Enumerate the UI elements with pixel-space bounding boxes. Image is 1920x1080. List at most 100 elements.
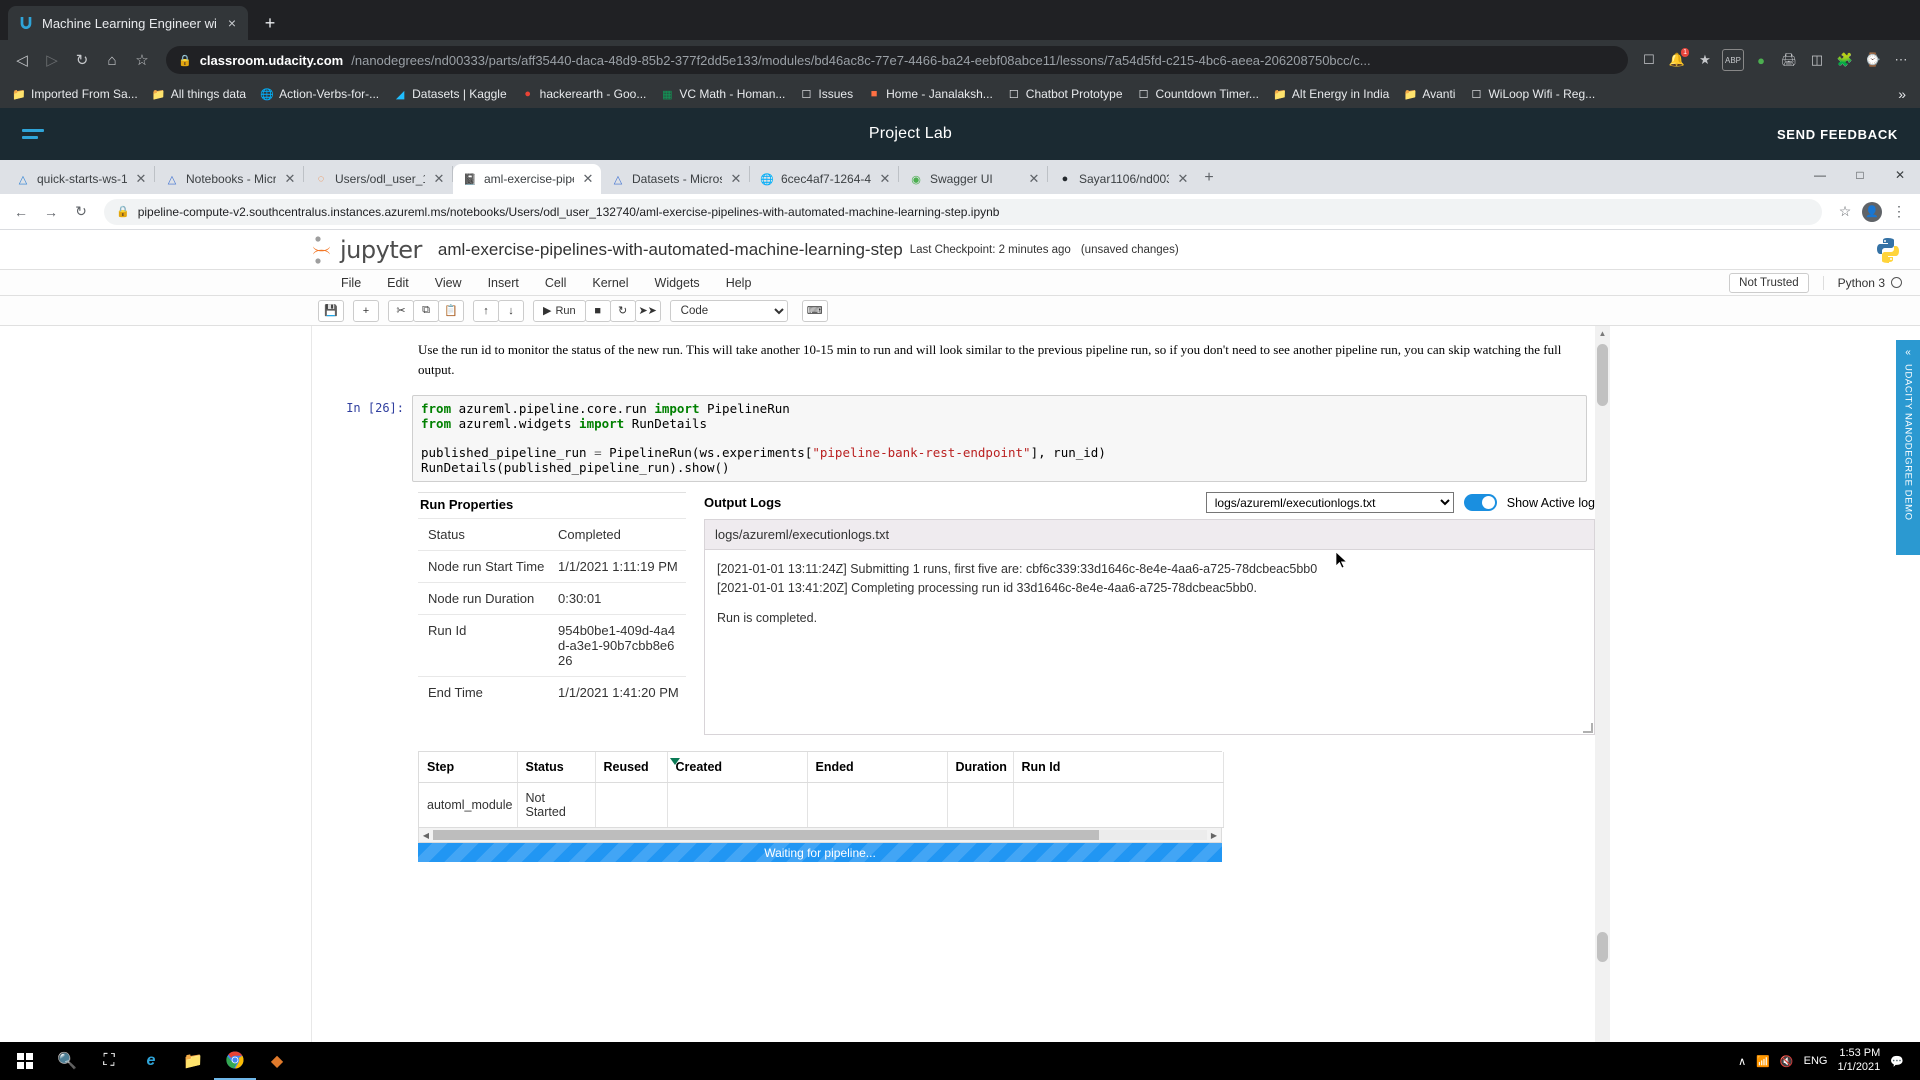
bookmark-item[interactable]: ☐Countdown Timer... xyxy=(1131,84,1265,104)
bookmark-item[interactable]: 📁Alt Energy in India xyxy=(1267,84,1395,104)
hamburger-icon[interactable] xyxy=(22,129,44,139)
resize-handle-icon[interactable] xyxy=(1583,723,1593,733)
forward-icon[interactable]: → xyxy=(38,199,64,225)
kernel-indicator[interactable]: Python 3 xyxy=(1823,276,1902,290)
scrollbar-thumb-bottom[interactable] xyxy=(1597,932,1608,962)
close-icon[interactable]: ✕ xyxy=(729,171,743,187)
favorites-icon[interactable]: ☆ xyxy=(128,46,156,74)
chrome-new-tab-button[interactable]: + xyxy=(1196,165,1222,191)
menu-file[interactable]: File xyxy=(328,272,374,294)
cell-type-select[interactable]: Code Markdown Raw NBConvert Heading xyxy=(670,300,788,322)
jupyter-logo[interactable]: jupyter xyxy=(310,235,422,265)
search-button[interactable]: 🔍 xyxy=(46,1042,88,1080)
column-header-step[interactable]: Step xyxy=(419,752,517,783)
notifications-icon[interactable]: 🔔 1 xyxy=(1666,49,1688,71)
bookmark-item[interactable]: ☐WiLoop Wifi - Reg... xyxy=(1463,84,1601,104)
collections-icon[interactable]: ☐ xyxy=(1638,49,1660,71)
chrome-tab-notebooks[interactable]: △ Notebooks - Microsoft Azu ✕ xyxy=(155,164,303,194)
move-cell-up-button[interactable]: ↑ xyxy=(473,300,499,322)
abp-icon[interactable]: ABP xyxy=(1722,49,1744,71)
command-palette-button[interactable]: ⌨ xyxy=(802,300,828,322)
start-button[interactable] xyxy=(4,1042,46,1080)
avatar[interactable]: 👤 xyxy=(1862,202,1882,222)
column-header-status[interactable]: Status xyxy=(517,752,595,783)
insert-cell-button[interactable]: + xyxy=(353,300,379,322)
tray-chevron-icon[interactable]: ∧ xyxy=(1738,1055,1746,1068)
chrome-tab-github[interactable]: ● Sayar1106/nd00333_AZMLN ✕ xyxy=(1048,164,1196,194)
column-header-duration[interactable]: Duration xyxy=(947,752,1013,783)
bookmark-item[interactable]: ●hackerearth - Goo... xyxy=(515,84,653,104)
forward-icon[interactable]: ▷ xyxy=(38,46,66,74)
chrome-tab-users[interactable]: ◌ Users/odl_user_132740/ ✕ xyxy=(304,164,452,194)
markdown-cell[interactable]: Use the run id to monitor the status of … xyxy=(418,340,1587,379)
bookmark-item[interactable]: 📁All things data xyxy=(146,84,252,104)
scroll-right-icon[interactable]: ▶ xyxy=(1207,831,1221,840)
trust-status-button[interactable]: Not Trusted xyxy=(1729,273,1808,293)
notebook-name[interactable]: aml-exercise-pipelines-with-automated-ma… xyxy=(438,240,903,260)
address-bar[interactable]: 🔒 classroom.udacity.com /nanodegrees/nd0… xyxy=(166,46,1628,74)
scroll-left-icon[interactable]: ◀ xyxy=(419,831,433,840)
bookmark-item[interactable]: ■Home - Janalaksh... xyxy=(861,84,999,104)
restart-kernel-button[interactable]: ↻ xyxy=(610,300,636,322)
task-view-button[interactable]: ⛶ xyxy=(88,1042,130,1080)
column-header-created[interactable]: Created xyxy=(667,752,807,783)
copy-button[interactable]: ⧉ xyxy=(413,300,439,322)
table-row[interactable]: automl_module Not Started xyxy=(419,783,1223,828)
cut-button[interactable]: ✂ xyxy=(388,300,414,322)
udacity-demo-sidetab[interactable]: « UDACITY NANODEGREE DEMO xyxy=(1896,340,1920,555)
scrollbar-thumb[interactable] xyxy=(433,830,1099,840)
move-cell-down-button[interactable]: ↓ xyxy=(498,300,524,322)
close-icon[interactable]: ✕ xyxy=(432,171,446,187)
bookmark-item[interactable]: 📁Imported From Sa... xyxy=(6,84,144,104)
vscode-button[interactable]: ◆ xyxy=(256,1042,298,1080)
maximize-icon[interactable]: □ xyxy=(1840,160,1880,190)
scrollbar-track[interactable] xyxy=(433,830,1207,840)
edge-menu-icon[interactable]: ⋯ xyxy=(1890,49,1912,71)
close-icon[interactable]: ✕ xyxy=(283,171,297,187)
chrome-button[interactable] xyxy=(214,1042,256,1080)
edge-tab-active[interactable]: Machine Learning Engineer wit × xyxy=(8,6,248,40)
home-icon[interactable]: ⌂ xyxy=(98,46,126,74)
scroll-up-icon[interactable]: ▲ xyxy=(1595,326,1610,341)
code-editor[interactable]: from azureml.pipeline.core.run import Pi… xyxy=(412,395,1587,482)
bookmark-item[interactable]: ◢Datasets | Kaggle xyxy=(387,84,513,104)
history-icon[interactable]: ⌚ xyxy=(1862,49,1884,71)
split-screen-icon[interactable]: ◫ xyxy=(1806,49,1828,71)
close-icon[interactable]: ✕ xyxy=(878,171,892,187)
chrome-menu-icon[interactable]: ⋮ xyxy=(1886,199,1912,225)
reload-icon[interactable]: ↻ xyxy=(68,199,94,225)
close-icon[interactable]: ✕ xyxy=(1176,171,1190,187)
interrupt-kernel-button[interactable]: ■ xyxy=(585,300,611,322)
chrome-tab-swagger[interactable]: ◉ Swagger UI ✕ xyxy=(899,164,1047,194)
column-header-run-id[interactable]: Run Id xyxy=(1013,752,1223,783)
close-icon[interactable]: ✕ xyxy=(134,171,148,187)
menu-widgets[interactable]: Widgets xyxy=(642,272,713,294)
log-output-textarea[interactable]: [2021-01-01 13:11:24Z] Submitting 1 runs… xyxy=(704,549,1595,735)
taskbar-clock[interactable]: 1:53 PM 1/1/2021 xyxy=(1837,1047,1880,1075)
chrome-tab-guid[interactable]: 🌐 6cec4af7-1264-49c9-9388-b ✕ xyxy=(750,164,898,194)
close-icon[interactable]: ✕ xyxy=(581,171,595,187)
menu-cell[interactable]: Cell xyxy=(532,272,580,294)
scrollbar-thumb-top[interactable] xyxy=(1597,344,1608,406)
reload-icon[interactable]: ↻ xyxy=(68,46,96,74)
extension-green-icon[interactable]: ● xyxy=(1750,49,1772,71)
menu-view[interactable]: View xyxy=(422,272,475,294)
bookmark-star-icon[interactable]: ★ xyxy=(1694,49,1716,71)
chrome-address-bar[interactable]: 🔒 pipeline-compute-v2.southcentralus.ins… xyxy=(104,199,1822,225)
column-header-reused[interactable]: Reused xyxy=(595,752,667,783)
steps-horizontal-scrollbar[interactable]: ◀ ▶ xyxy=(419,828,1221,842)
menu-help[interactable]: Help xyxy=(713,272,765,294)
minimize-icon[interactable]: — xyxy=(1800,160,1840,190)
paste-button[interactable]: 📋 xyxy=(438,300,464,322)
bookmarks-overflow-icon[interactable]: » xyxy=(1890,86,1914,102)
bookmark-item[interactable]: ☐Issues xyxy=(793,84,859,104)
file-explorer-button[interactable]: 📁 xyxy=(172,1042,214,1080)
log-file-select[interactable]: logs/azureml/executionlogs.txt logs/azur… xyxy=(1206,492,1454,513)
action-center-icon[interactable]: 💬 xyxy=(1890,1055,1904,1068)
bookmark-star-icon[interactable]: ☆ xyxy=(1832,199,1858,225)
send-feedback-button[interactable]: SEND FEEDBACK xyxy=(1777,127,1898,142)
close-icon[interactable]: × xyxy=(224,15,240,31)
new-tab-button[interactable]: + xyxy=(256,9,284,37)
network-icon[interactable]: 📶 xyxy=(1756,1055,1770,1068)
chrome-tab-quick-starts[interactable]: △ quick-starts-ws-132740 - M ✕ xyxy=(6,164,154,194)
